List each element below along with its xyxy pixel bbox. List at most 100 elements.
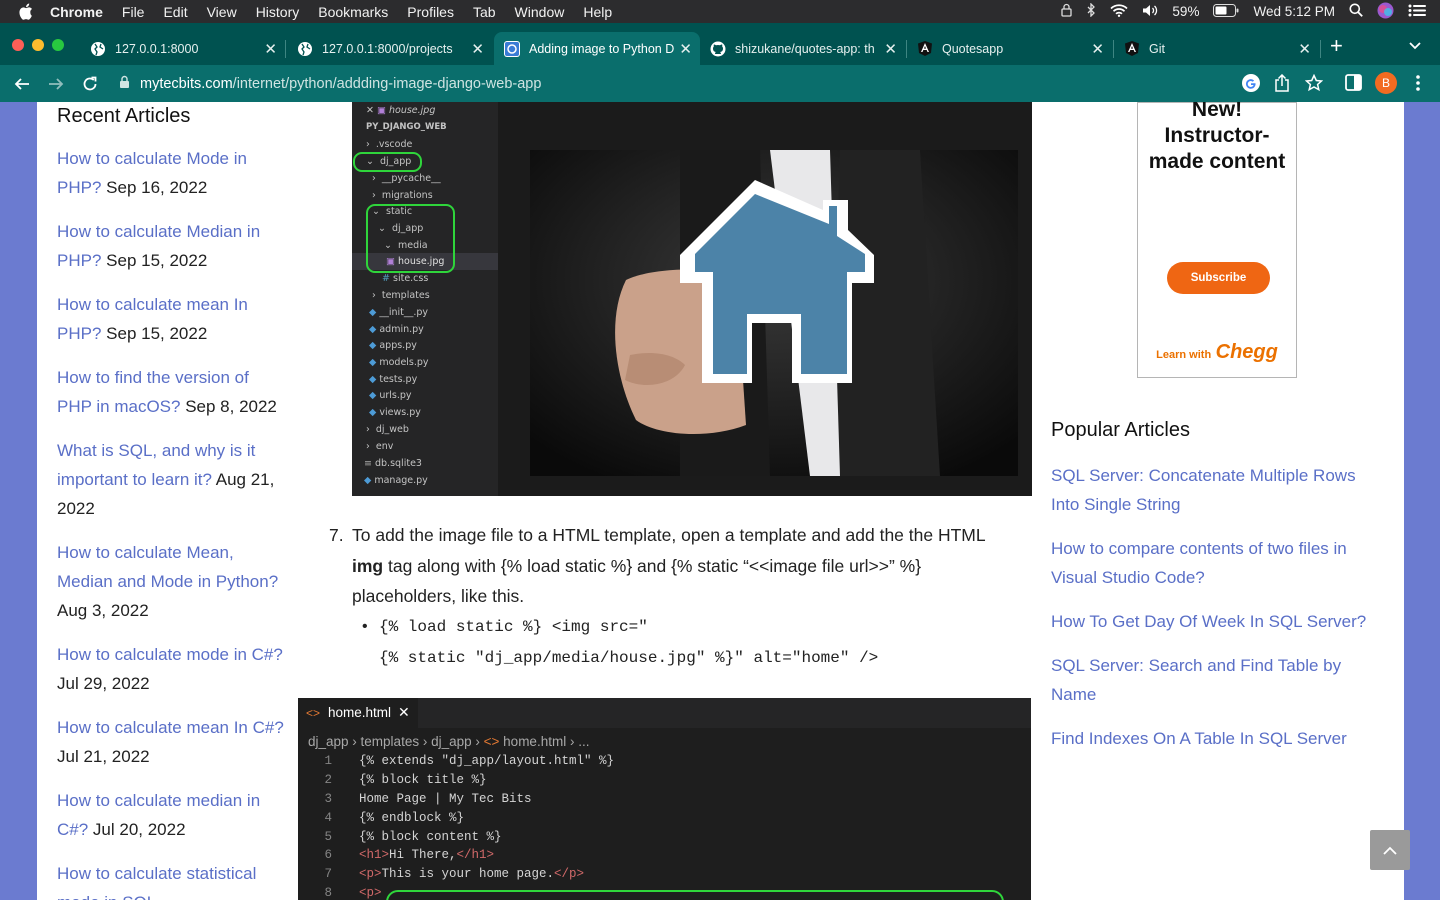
- menu-window[interactable]: Window: [515, 4, 565, 20]
- bookmark-star-icon[interactable]: [1304, 73, 1324, 97]
- close-tab-icon[interactable]: ✕: [471, 40, 484, 58]
- google-icon[interactable]: [1242, 74, 1260, 97]
- url-path: /internet/python/addding-image-django-we…: [232, 75, 542, 92]
- lock-icon[interactable]: [119, 75, 130, 93]
- chegg-advertisement[interactable]: New! Instructor-made content Subscribe L…: [1137, 102, 1297, 378]
- profile-avatar[interactable]: B: [1375, 72, 1397, 94]
- address-bar[interactable]: mytecbits.com/internet/python/addding-im…: [107, 69, 1267, 98]
- clock[interactable]: Wed 5:12 PM: [1253, 4, 1335, 19]
- menu-bookmarks[interactable]: Bookmarks: [318, 4, 388, 20]
- article-date: Sep 8, 2022: [180, 397, 277, 416]
- file-explorer-panel: ✕ ▣ house.jpg PY_DJANGO_WEB › .vscode ⌄ …: [352, 102, 498, 496]
- lock-status-icon[interactable]: [1061, 3, 1073, 20]
- popular-article-link[interactable]: How To Get Day Of Week In SQL Server?: [1051, 612, 1366, 631]
- menu-tab[interactable]: Tab: [473, 4, 496, 20]
- explorer-entry: ◆ __init__.py: [369, 307, 429, 318]
- article-date: Sep 15, 2022: [101, 251, 208, 270]
- code-line: 4 {% endblock %}: [324, 811, 465, 825]
- explorer-entry: ◆ apps.py: [369, 340, 417, 351]
- tab-active-article[interactable]: Adding image to Python D ✕: [494, 32, 700, 65]
- explorer-entry: ≡ db.sqlite3: [364, 458, 422, 469]
- ad-headline: New! Instructor-made content: [1148, 102, 1286, 173]
- wifi-icon[interactable]: [1110, 3, 1129, 20]
- new-tab-button[interactable]: +: [1330, 32, 1343, 60]
- recent-article-link[interactable]: How to calculate statistical mode in SQL: [57, 864, 256, 900]
- article-date: Jul 20, 2022: [88, 820, 186, 839]
- menu-app-name[interactable]: Chrome: [50, 4, 103, 20]
- explorer-entry: › migrations: [372, 190, 433, 201]
- code-line: 6 <h1>Hi There,</h1>: [324, 848, 495, 862]
- tab-separator: [1320, 40, 1321, 58]
- tab-search-chevron-icon[interactable]: [1409, 37, 1421, 55]
- article-date: Aug 3, 2022: [57, 601, 149, 620]
- html-file-icon: <>: [306, 705, 321, 720]
- explorer-entry: ◆ models.py: [369, 357, 429, 368]
- share-icon[interactable]: [1274, 73, 1290, 97]
- back-button[interactable]: [10, 72, 34, 96]
- browser-toolbar: mytecbits.com/internet/python/addding-im…: [0, 65, 1440, 102]
- recent-article-item: How to calculate Mean, Median and Mode i…: [57, 538, 287, 625]
- explorer-entry: ◆ admin.py: [369, 324, 424, 335]
- popular-article-link[interactable]: SQL Server: Search and Find Table by Nam…: [1051, 656, 1341, 704]
- close-tab-icon[interactable]: ✕: [884, 40, 897, 58]
- editor-tab: <> home.html ✕: [298, 698, 418, 728]
- window-controls: [12, 39, 64, 51]
- menu-history[interactable]: History: [256, 4, 300, 20]
- explorer-entry: › __pycache__: [372, 173, 441, 184]
- recent-articles-heading: Recent Articles: [57, 105, 191, 127]
- close-tab-icon[interactable]: ✕: [264, 40, 277, 58]
- recent-articles-sidebar: Recent Articles How to calculate Mode in…: [57, 102, 287, 900]
- angular-icon: [1124, 41, 1140, 57]
- explorer-entry: ◆ urls.py: [369, 390, 412, 401]
- battery-icon[interactable]: [1213, 3, 1239, 20]
- apple-icon[interactable]: [18, 3, 38, 20]
- recent-article-link[interactable]: How to calculate mean In C#?: [57, 718, 284, 737]
- minimize-window-button[interactable]: [32, 39, 44, 51]
- close-window-button[interactable]: [12, 39, 24, 51]
- control-center-icon[interactable]: [1408, 4, 1426, 20]
- article-date: Jul 29, 2022: [57, 674, 150, 693]
- tab-git[interactable]: Git ✕: [1114, 32, 1319, 65]
- recent-article-link[interactable]: How to calculate mode in C#?: [57, 645, 283, 664]
- step-number: 7.: [329, 525, 344, 545]
- menu-profiles[interactable]: Profiles: [407, 4, 454, 20]
- siri-icon[interactable]: [1377, 2, 1394, 22]
- img-keyword: img: [352, 555, 384, 576]
- scroll-to-top-button[interactable]: [1370, 830, 1410, 870]
- tab-github[interactable]: shizukane/quotes-app: th ✕: [700, 32, 905, 65]
- close-tab-icon[interactable]: ✕: [1298, 40, 1311, 58]
- popular-article-link[interactable]: How to compare contents of two files in …: [1051, 539, 1347, 587]
- reload-button[interactable]: [78, 72, 102, 96]
- close-tab-icon[interactable]: ✕: [679, 40, 692, 58]
- recent-article-item: How to calculate statistical mode in SQL: [57, 859, 287, 900]
- popular-article-item: Find Indexes On A Table In SQL Server: [1051, 724, 1376, 753]
- code-line: {% load static %} <img src=": [379, 618, 648, 636]
- side-panel-icon[interactable]: [1345, 74, 1362, 96]
- step-text: To add the image file to a HTML template…: [352, 520, 1007, 612]
- tab-separator: [285, 40, 286, 58]
- recent-article-item: How to calculate median in C#? Jul 20, 2…: [57, 786, 287, 844]
- zoom-window-button[interactable]: [52, 39, 64, 51]
- menu-file[interactable]: File: [122, 4, 145, 20]
- ad-subscribe-button[interactable]: Subscribe: [1167, 262, 1270, 294]
- recent-article-item: How to calculate Median in PHP? Sep 15, …: [57, 217, 287, 275]
- tab-projects[interactable]: 127.0.0.1:8000/projects ✕: [287, 32, 492, 65]
- menu-help[interactable]: Help: [583, 4, 612, 20]
- globe-icon: [297, 41, 313, 57]
- popular-article-link[interactable]: Find Indexes On A Table In SQL Server: [1051, 729, 1347, 748]
- kebab-menu-icon[interactable]: [1416, 74, 1420, 97]
- spotlight-search-icon[interactable]: [1349, 3, 1363, 20]
- bluetooth-icon[interactable]: [1086, 2, 1096, 20]
- tab-localhost[interactable]: 127.0.0.1:8000 ✕: [80, 32, 285, 65]
- close-tab-icon[interactable]: ✕: [1091, 40, 1104, 58]
- forward-button[interactable]: [44, 72, 68, 96]
- volume-icon[interactable]: [1142, 4, 1158, 20]
- menu-view[interactable]: View: [207, 4, 237, 20]
- recent-article-link[interactable]: How to calculate Mean, Median and Mode i…: [57, 543, 278, 591]
- menu-edit[interactable]: Edit: [163, 4, 187, 20]
- popular-article-link[interactable]: SQL Server: Concatenate Multiple Rows In…: [1051, 466, 1356, 514]
- step-text-part: tag along with {% load static %} and {% …: [352, 555, 922, 607]
- tab-quotesapp[interactable]: Quotesapp ✕: [907, 32, 1112, 65]
- recent-article-item: How to calculate mean In C#? Jul 21, 202…: [57, 713, 287, 771]
- code-line: 7 <p>This is your home page.</p>: [324, 867, 585, 881]
